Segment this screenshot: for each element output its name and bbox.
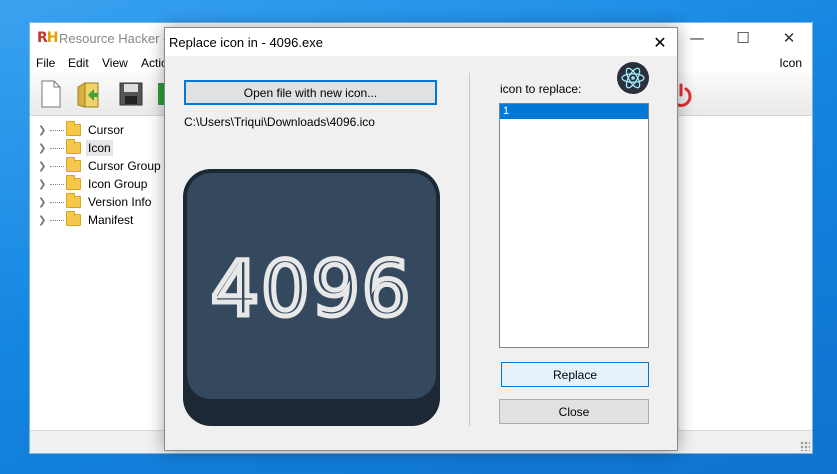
- expand-arrow-icon[interactable]: ❯: [38, 179, 50, 190]
- dialog-divider: [469, 73, 470, 426]
- close-icon[interactable]: ✕: [649, 31, 671, 53]
- menu-view[interactable]: View: [102, 56, 128, 70]
- expand-arrow-icon[interactable]: ❯: [38, 125, 50, 136]
- folder-icon: [66, 139, 81, 154]
- tree-item-icon-group[interactable]: ❯ Icon Group: [38, 175, 149, 193]
- tree-item-icon[interactable]: ❯ Icon: [38, 139, 113, 157]
- maximize-icon[interactable]: ☐: [720, 23, 766, 53]
- resource-view-pane: [678, 116, 812, 432]
- file-path: C:\Users\Triqui\Downloads\4096.ico: [184, 115, 375, 129]
- tree-item-label: Version Info: [88, 195, 152, 209]
- save-icon[interactable]: [118, 79, 144, 109]
- open-file-button[interactable]: Open file with new icon...: [184, 80, 437, 105]
- icon-preview: 4096: [183, 169, 440, 426]
- preview-text: 4096: [211, 244, 412, 333]
- resize-grip-icon[interactable]: [800, 441, 810, 451]
- tree-item-manifest[interactable]: ❯ Manifest: [38, 211, 135, 229]
- tree-item-label: Icon: [86, 140, 113, 156]
- replace-button[interactable]: Replace: [501, 362, 649, 387]
- icon-list-label: icon to replace:: [500, 82, 582, 96]
- tree-item-label: Cursor: [88, 123, 125, 137]
- resource-tree: ❯ Cursor ❯ Icon ❯ Cursor Group ❯ Icon Gr…: [30, 116, 166, 432]
- expand-arrow-icon[interactable]: ❯: [38, 215, 50, 226]
- expand-arrow-icon[interactable]: ❯: [38, 143, 50, 154]
- expand-arrow-icon[interactable]: ❯: [38, 197, 50, 208]
- folder-icon: [66, 121, 81, 136]
- folder-icon: [66, 157, 81, 172]
- open-folder-icon[interactable]: [76, 79, 102, 109]
- dialog-titlebar[interactable]: Replace icon in - 4096.exe ✕: [165, 28, 677, 56]
- tree-item-version-info[interactable]: ❯ Version Info: [38, 193, 153, 211]
- resource-hacker-app-icon: RH: [37, 30, 58, 46]
- tree-item-label: Icon Group: [88, 177, 148, 191]
- menu-file[interactable]: File: [36, 56, 55, 70]
- close-button[interactable]: Close: [499, 399, 649, 424]
- tree-item-label: Cursor Group: [88, 159, 161, 173]
- folder-icon: [66, 175, 81, 190]
- electron-app-icon: [617, 62, 649, 94]
- close-window-icon[interactable]: ✕: [766, 23, 812, 53]
- dialog-title: Replace icon in - 4096.exe: [169, 35, 323, 50]
- expand-arrow-icon[interactable]: ❯: [38, 161, 50, 172]
- tree-item-label: Manifest: [88, 213, 134, 227]
- folder-icon: [66, 193, 81, 208]
- menu-edit[interactable]: Edit: [68, 56, 89, 70]
- tree-item-cursor[interactable]: ❯ Cursor: [38, 121, 126, 139]
- tree-item-cursor-group[interactable]: ❯ Cursor Group: [38, 157, 163, 175]
- list-item[interactable]: 1: [500, 104, 648, 119]
- new-file-icon[interactable]: [38, 79, 64, 109]
- folder-icon: [66, 211, 81, 226]
- minimize-icon[interactable]: —: [674, 23, 720, 53]
- replace-icon-dialog: Replace icon in - 4096.exe ✕ Open file w…: [164, 27, 678, 451]
- main-window-title: Resource Hacker -: [59, 31, 168, 46]
- icon-list[interactable]: 1: [499, 103, 649, 348]
- menu-icon-label: Icon: [779, 56, 802, 70]
